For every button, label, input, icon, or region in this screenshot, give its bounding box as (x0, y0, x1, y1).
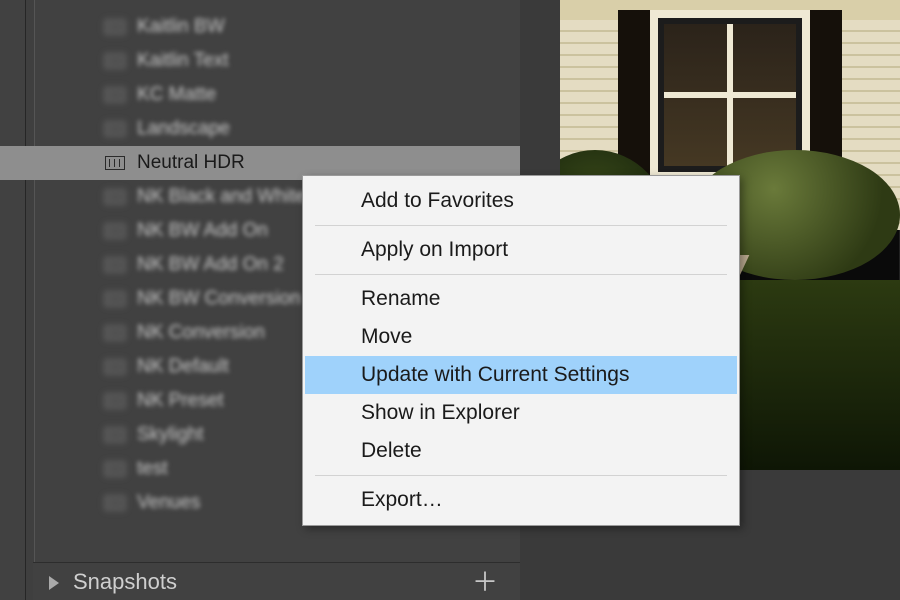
menu-update-with-current-settings[interactable]: Update with Current Settings (305, 356, 737, 394)
preset-icon (105, 190, 125, 204)
menu-show-in-explorer[interactable]: Show in Explorer (305, 394, 737, 432)
preset-icon (105, 122, 125, 136)
preset-item[interactable]: KC Matte (33, 78, 520, 112)
preset-label: Landscape (137, 112, 230, 146)
snapshots-header[interactable]: Snapshots ＋ (33, 562, 520, 600)
menu-export[interactable]: Export… (305, 481, 737, 519)
preset-label: NK Black and White (137, 180, 306, 214)
preset-label: Kaitlin Text (137, 44, 229, 78)
preset-icon (105, 360, 125, 374)
preset-icon (105, 258, 125, 272)
preset-icon (105, 20, 125, 34)
add-snapshot-button[interactable]: ＋ (472, 569, 498, 595)
preset-label: KC Matte (137, 78, 216, 112)
preset-icon (105, 428, 125, 442)
preset-icon (105, 224, 125, 238)
section-title: Snapshots (73, 569, 177, 595)
preset-item[interactable]: Landscape (33, 112, 520, 146)
section-header-left: Snapshots (49, 569, 177, 595)
preset-label: test (137, 452, 168, 486)
preset-label: NK BW Add On 2 (137, 248, 284, 282)
menu-add-to-favorites[interactable]: Add to Favorites (305, 182, 737, 220)
preset-icon (105, 156, 125, 170)
preset-icon (105, 394, 125, 408)
preset-label: Kaitlin BW (137, 10, 225, 44)
chevron-right-icon (49, 576, 59, 590)
preset-label: NK Default (137, 350, 229, 384)
preset-context-menu: Add to Favorites Apply on Import Rename … (302, 175, 740, 526)
preset-icon (105, 54, 125, 68)
preset-label: Skylight (137, 418, 204, 452)
preset-icon (105, 88, 125, 102)
menu-apply-on-import[interactable]: Apply on Import (305, 231, 737, 269)
preset-icon (105, 326, 125, 340)
preset-item[interactable]: Kaitlin Text (33, 44, 520, 78)
preset-label: NK BW Conversion (137, 282, 301, 316)
menu-move[interactable]: Move (305, 318, 737, 356)
menu-rename[interactable]: Rename (305, 280, 737, 318)
preset-label: NK Preset (137, 384, 224, 418)
menu-separator (315, 475, 727, 476)
preset-icon (105, 496, 125, 510)
menu-separator (315, 225, 727, 226)
preset-label: NK BW Add On (137, 214, 268, 248)
preset-item[interactable] (33, 0, 520, 10)
preset-icon (105, 292, 125, 306)
preset-item[interactable]: Kaitlin BW (33, 10, 520, 44)
preset-icon (105, 462, 125, 476)
menu-separator (315, 274, 727, 275)
menu-delete[interactable]: Delete (305, 432, 737, 470)
preset-label: Neutral HDR (137, 146, 245, 180)
preset-label: NK Conversion (137, 316, 265, 350)
app-root: Kaitlin BW Kaitlin Text KC Matte Landsca… (0, 0, 900, 600)
preset-label: Venues (137, 486, 200, 520)
